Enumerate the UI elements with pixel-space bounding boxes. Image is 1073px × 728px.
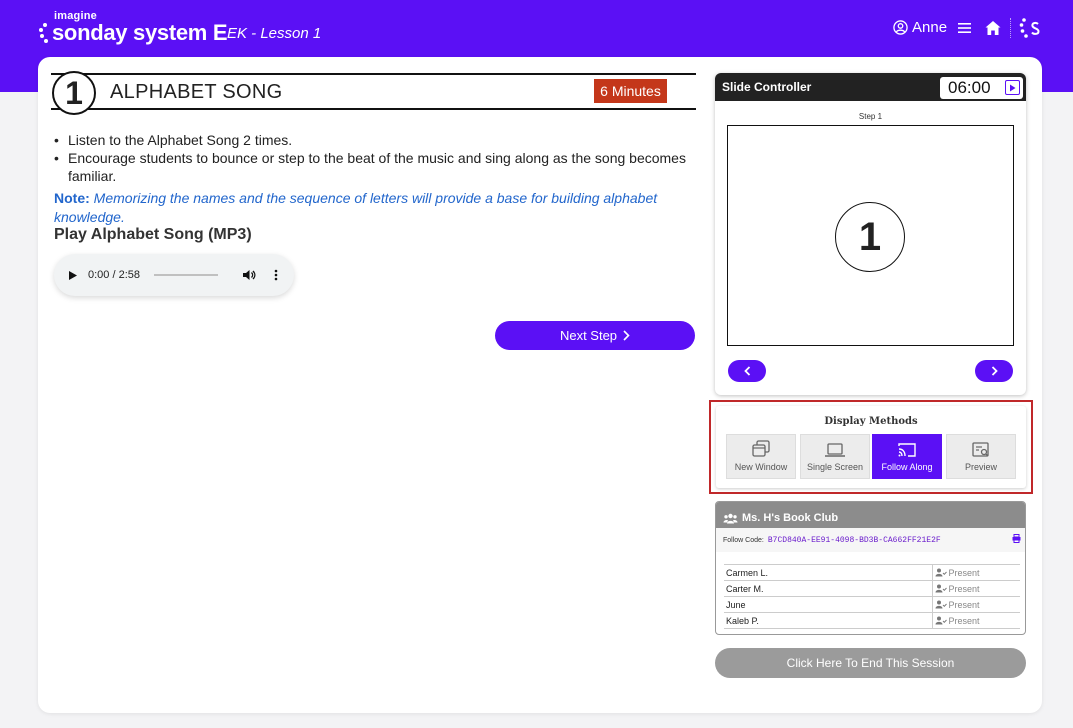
step-number: 1 (52, 71, 96, 115)
book-club-panel: Ms. H's Book Club Follow Code: B7CD840A-E… (715, 501, 1026, 635)
method-new-window[interactable]: New Window (726, 434, 796, 479)
status-label: Present (948, 583, 980, 594)
note-label: Note: (54, 190, 90, 206)
end-session-button[interactable]: Click Here To End This Session (715, 648, 1026, 678)
play-icon[interactable] (68, 270, 78, 281)
slide-step-label: Step 1 (858, 112, 883, 121)
timer-value: 06:00 (948, 78, 991, 97)
student-status[interactable]: Present (931, 580, 1020, 597)
audio-player: 0:00 / 2:58 (54, 254, 294, 296)
student-status[interactable]: Present (931, 596, 1020, 613)
hamburger-icon[interactable] (957, 21, 973, 35)
slide-number: 1 (835, 202, 905, 272)
audio-heading: Play Alphabet Song (MP3) (54, 226, 252, 243)
method-label: Single Screen (806, 462, 864, 472)
sonday-logo-icon[interactable] (1019, 17, 1043, 39)
users-icon (723, 513, 738, 523)
cast-icon (898, 443, 916, 457)
instruction-item: Listen to the Alphabet Song 2 times. (54, 131, 699, 149)
timer: 06:00 (940, 77, 1023, 99)
chevron-right-icon (991, 366, 998, 376)
new-window-icon (752, 440, 770, 457)
next-slide-button[interactable] (975, 360, 1013, 382)
chevron-left-icon (743, 366, 750, 376)
brand-letter: E (212, 20, 228, 45)
audio-seek-bar[interactable] (154, 274, 218, 276)
volume-icon[interactable] (242, 269, 256, 281)
next-step-button[interactable]: Next Step (495, 321, 695, 350)
brand-name: sonday system (52, 20, 208, 45)
brand-wordmark: sonday system E (52, 20, 228, 46)
table-row: Kaleb P. Present (724, 612, 1020, 629)
duration-badge: 6 Minutes (594, 79, 667, 103)
student-name: Kaleb P. (724, 612, 932, 629)
status-label: Present (948, 615, 980, 626)
more-options-icon[interactable] (274, 269, 278, 281)
method-label: New Window (734, 462, 788, 472)
audio-time: 0:00 / 2:58 (88, 269, 140, 281)
note-text: Memorizing the names and the sequence of… (54, 190, 658, 225)
table-row: June Present (724, 596, 1020, 613)
instruction-item: Encourage students to bounce or step to … (54, 149, 699, 185)
table-row: Carmen L. Present (724, 564, 1020, 581)
top-icons (984, 17, 1043, 39)
chevron-right-icon (623, 330, 630, 341)
home-icon[interactable] (984, 19, 1002, 37)
user-check-icon (935, 568, 947, 577)
teaching-note: Note: Memorizing the names and the seque… (54, 189, 699, 227)
user-circle-icon (893, 20, 908, 35)
student-name: June (724, 596, 932, 613)
display-methods-title: Display Methods (824, 416, 918, 427)
step-title: ALPHABET SONG (110, 81, 283, 103)
method-label: Follow Along (881, 462, 933, 472)
method-follow-along[interactable]: Follow Along (872, 434, 942, 479)
slide-controller-title: Slide Controller (722, 80, 812, 94)
student-status[interactable]: Present (931, 564, 1020, 581)
timer-play-button[interactable] (1005, 80, 1020, 95)
book-club-header: Ms. H's Book Club (716, 502, 1025, 528)
student-status[interactable]: Present (931, 612, 1020, 629)
laptop-icon (825, 443, 845, 457)
previous-slide-button[interactable] (728, 360, 766, 382)
method-preview[interactable]: Preview (946, 434, 1016, 479)
instruction-list: Listen to the Alphabet Song 2 times. Enc… (54, 131, 699, 185)
slide-controller: Slide Controller 06:00 Step 1 1 (715, 73, 1026, 395)
display-methods-panel: Display Methods New Window Single Screen… (716, 406, 1026, 488)
separator (1010, 18, 1011, 38)
student-name: Carter M. (724, 580, 932, 597)
student-name: Carmen L. (724, 564, 932, 581)
follow-code[interactable]: B7CD840A-EE91-4098-BD3B-CA662FF21E2F (768, 536, 941, 545)
method-single-screen[interactable]: Single Screen (800, 434, 870, 479)
book-club-title: Ms. H's Book Club (742, 512, 839, 524)
follow-code-label: Follow Code: (723, 537, 764, 544)
table-row: Carter M. Present (724, 580, 1020, 597)
status-label: Present (948, 599, 980, 610)
slide-controller-header: Slide Controller 06:00 (715, 73, 1026, 101)
print-icon[interactable] (1012, 534, 1021, 543)
follow-code-row: Follow Code: B7CD840A-EE91-4098-BD3B-CA66… (716, 528, 1025, 552)
next-step-label: Next Step (559, 328, 618, 343)
user-name: Anne (912, 19, 948, 36)
logo-dots-icon (39, 23, 48, 43)
status-label: Present (948, 567, 980, 578)
user-check-icon (935, 600, 947, 609)
preview-icon (972, 442, 989, 457)
method-label: Preview (964, 462, 997, 472)
slide-preview: 1 (727, 125, 1014, 346)
user-check-icon (935, 616, 947, 625)
student-table: Carmen L. Present Carter M. Present June… (724, 564, 1020, 629)
user-menu[interactable]: Anne (893, 19, 973, 36)
play-icon (1010, 84, 1016, 91)
user-check-icon (935, 584, 947, 593)
lesson-title: EK - Lesson 1 (227, 25, 322, 42)
